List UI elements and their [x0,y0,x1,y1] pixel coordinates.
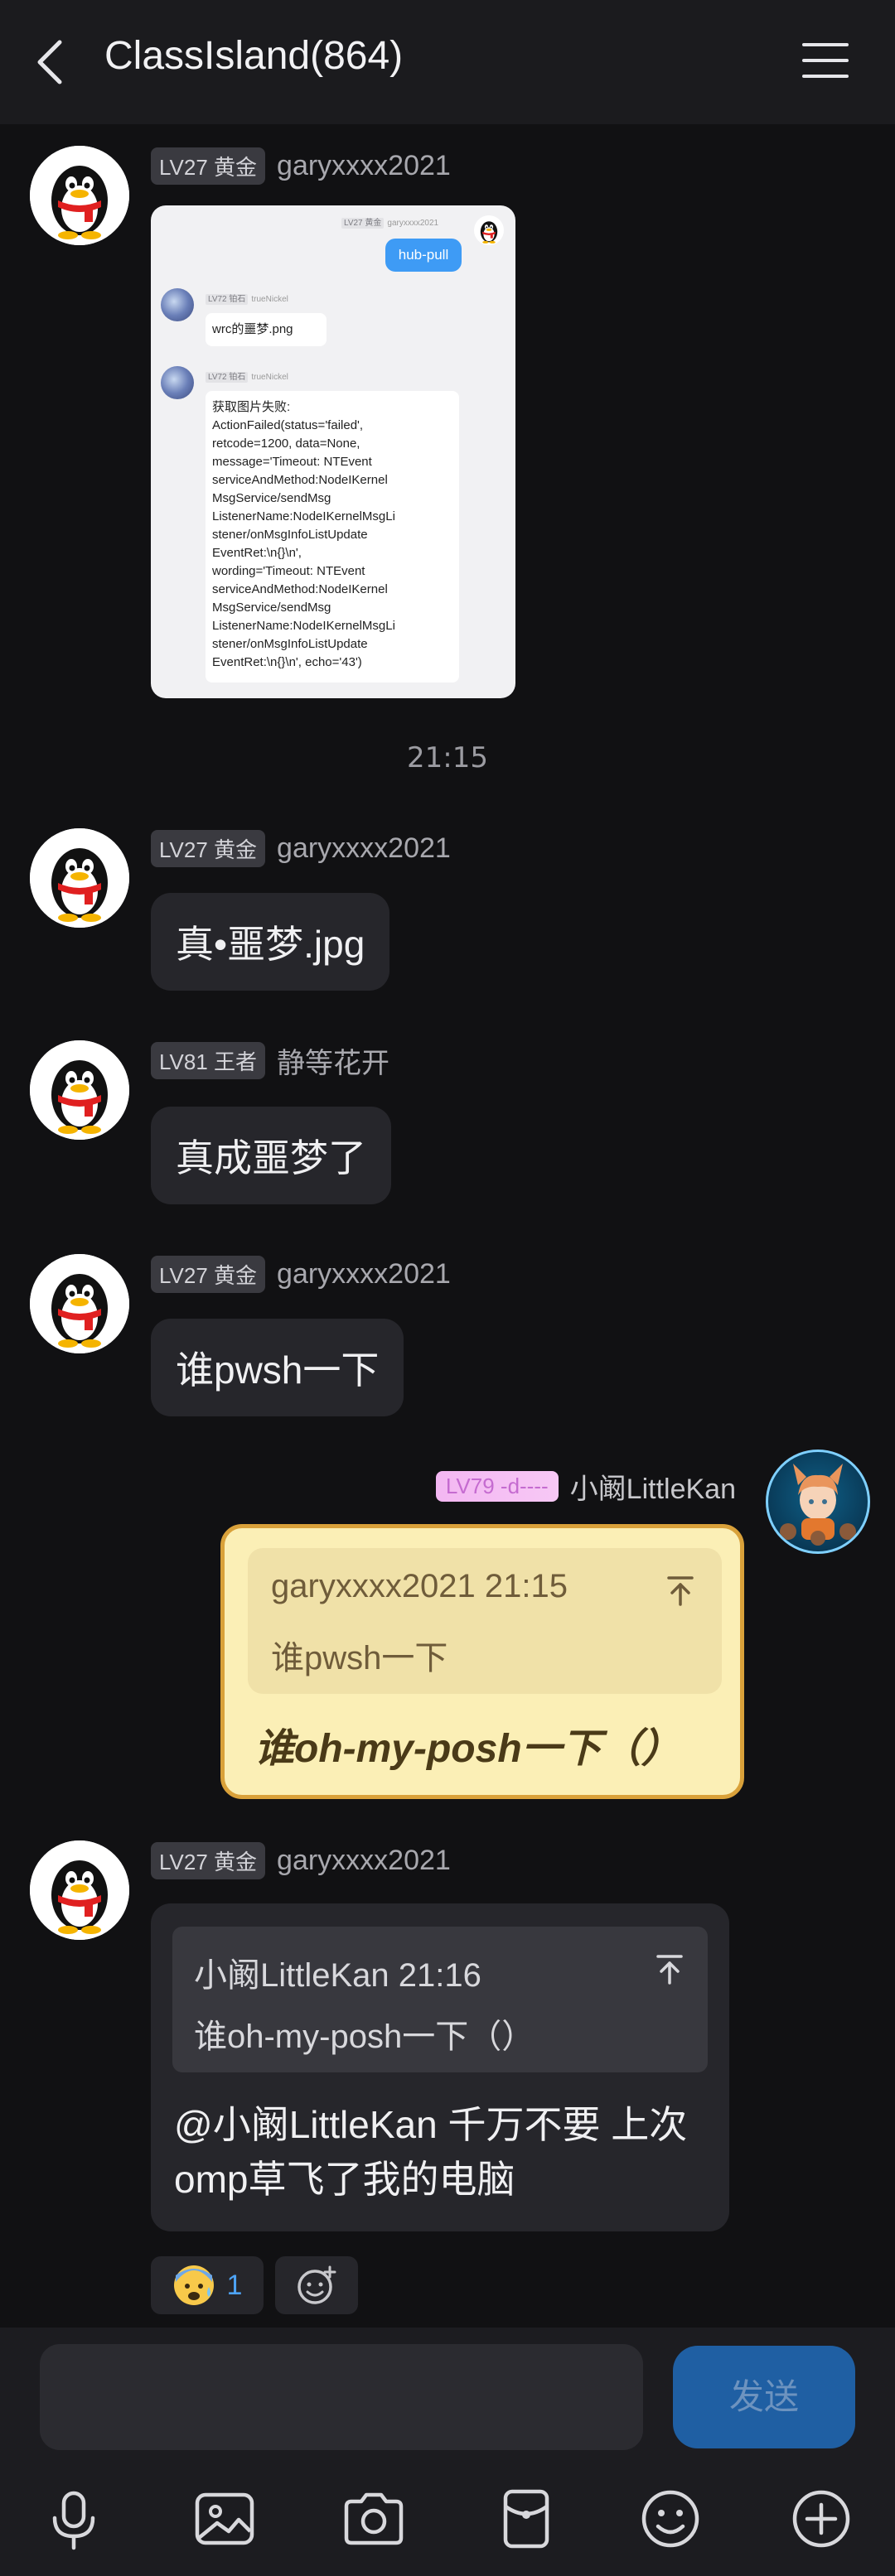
emoji-button[interactable] [633,2482,708,2556]
message-bubble[interactable]: 真•噩梦.jpg [151,893,390,991]
reaction-chip[interactable]: 1 [151,2256,264,2314]
message-bubble[interactable]: 小阚LittleKan 21:16 谁oh-my-posh一下（） @小阚Lit… [151,1903,729,2231]
avatar[interactable] [30,146,129,245]
level-badge: LV79 -d---- [435,1470,559,1502]
quoted-reply[interactable]: 小阚LittleKan 21:16 谁oh-my-posh一下（） [172,1927,708,2072]
voice-button[interactable] [36,2482,111,2556]
avatar[interactable] [766,1450,870,1554]
penguin-avatar-icon [30,1040,129,1140]
level-badge: LV27 黄金 [151,829,266,867]
avatar[interactable] [30,1254,129,1353]
more-button[interactable] [784,2482,859,2556]
message-bubble[interactable]: 真成噩梦了 [151,1107,391,1204]
add-emoji-icon [298,2265,336,2304]
mini-message-bubble: wrc的噩梦.png [206,313,327,346]
sender-nickname[interactable]: garyxxxx2021 [277,1845,451,1877]
reaction-count: 1 [226,2269,243,2301]
level-badge: LV27 黄金 [151,147,266,185]
input-toolbar [0,2465,895,2576]
sender-nickname[interactable]: 静等花开 [277,1040,389,1081]
mini-sender-tag: LV72 铂石 trueNickel [206,369,288,383]
level-badge: LV81 王者 [151,1041,266,1079]
message-input-area: 发送 [0,2328,895,2465]
outgoing-sender-info: LV79 -d---- 小阚LittleKan [435,1466,736,1507]
penguin-avatar-icon [30,146,129,245]
image-attachment[interactable]: LV27 黄金 garyxxxx2021 hub-pull LV72 铂石 true… [151,205,515,698]
quoted-text: 谁oh-my-posh一下（） [194,2019,535,2055]
jump-to-original-button[interactable] [651,1951,688,1988]
red-packet-icon [503,2489,549,2549]
camera-button[interactable] [336,2482,411,2556]
microphone-icon [52,2491,95,2550]
chat-title: ClassIsland(864) [104,34,404,78]
emoji-icon [641,2490,699,2548]
quoted-reply[interactable]: garyxxxx2021 21:15 谁pwsh一下 [248,1548,722,1694]
sender-info: LV27 黄金 garyxxxx2021 [151,1841,451,1879]
sender-nickname[interactable]: 小阚LittleKan [570,1466,736,1507]
add-reaction-button[interactable] [275,2256,358,2314]
arrow-up-to-line-icon [667,1576,694,1606]
sender-nickname[interactable]: garyxxxx2021 [277,1258,451,1290]
level-badge: LV27 黄金 [151,1841,266,1879]
message-text: @小阚LittleKan 千万不要 上次omp草飞了我的电脑 [174,2103,688,2201]
arrow-up-to-line-icon [656,1955,683,1985]
quoted-text: 谁pwsh一下 [271,1640,448,1676]
time-divider: 21:15 [407,741,488,774]
chevron-left-icon [37,40,62,84]
hamburger-menu-icon [802,43,849,78]
chat-header: ClassIsland(864) [0,0,895,124]
mini-avatar [161,366,194,399]
penguin-avatar-icon [30,1840,129,1940]
message-input[interactable] [40,2344,643,2450]
camera-icon [344,2492,404,2545]
avatar[interactable] [30,828,129,928]
mini-sent-bubble: hub-pull [385,239,462,272]
red-packet-button[interactable] [489,2482,564,2556]
anime-avatar-icon [780,1464,856,1546]
image-icon [195,2492,254,2545]
message-bubble[interactable]: 谁pwsh一下 [151,1319,404,1416]
sender-info: LV27 黄金 garyxxxx2021 [151,1255,451,1293]
mini-error-bubble: 获取图片失败: ActionFailed(status='failed', re… [206,391,459,683]
message-text: 谁oh-my-posh一下（） [254,1727,681,1771]
jump-to-original-button[interactable] [662,1573,699,1609]
send-button[interactable]: 发送 [673,2346,855,2448]
penguin-avatar-icon [30,1254,129,1353]
sender-info: LV27 黄金 garyxxxx2021 [151,829,451,867]
avatar[interactable] [30,1040,129,1140]
anxious-sweat-emoji-icon [173,2265,214,2305]
quoted-sender: 小阚LittleKan 21:16 [194,1957,481,1994]
level-badge: LV27 黄金 [151,1255,266,1293]
mini-avatar [161,288,194,321]
avatar[interactable] [30,1840,129,1940]
quoted-sender: garyxxxx2021 21:15 [271,1568,568,1604]
mini-sender-tag: LV27 黄金 garyxxxx2021 [341,215,438,229]
plus-circle-icon [792,2490,850,2548]
mini-avatar [474,215,504,245]
sender-info: LV81 王者 静等花开 [151,1040,389,1081]
sender-nickname[interactable]: garyxxxx2021 [277,150,451,182]
mini-sender-tag: LV72 铂石 trueNickel [206,292,288,305]
back-button[interactable] [31,37,73,87]
message-bubble-scroll[interactable]: garyxxxx2021 21:15 谁pwsh一下 谁oh-my-posh一下… [220,1524,744,1799]
sender-info: LV27 黄金 garyxxxx2021 [151,147,451,185]
menu-button[interactable] [801,40,850,81]
penguin-avatar-icon [30,828,129,928]
sender-nickname[interactable]: garyxxxx2021 [277,832,451,865]
image-button[interactable] [187,2482,262,2556]
